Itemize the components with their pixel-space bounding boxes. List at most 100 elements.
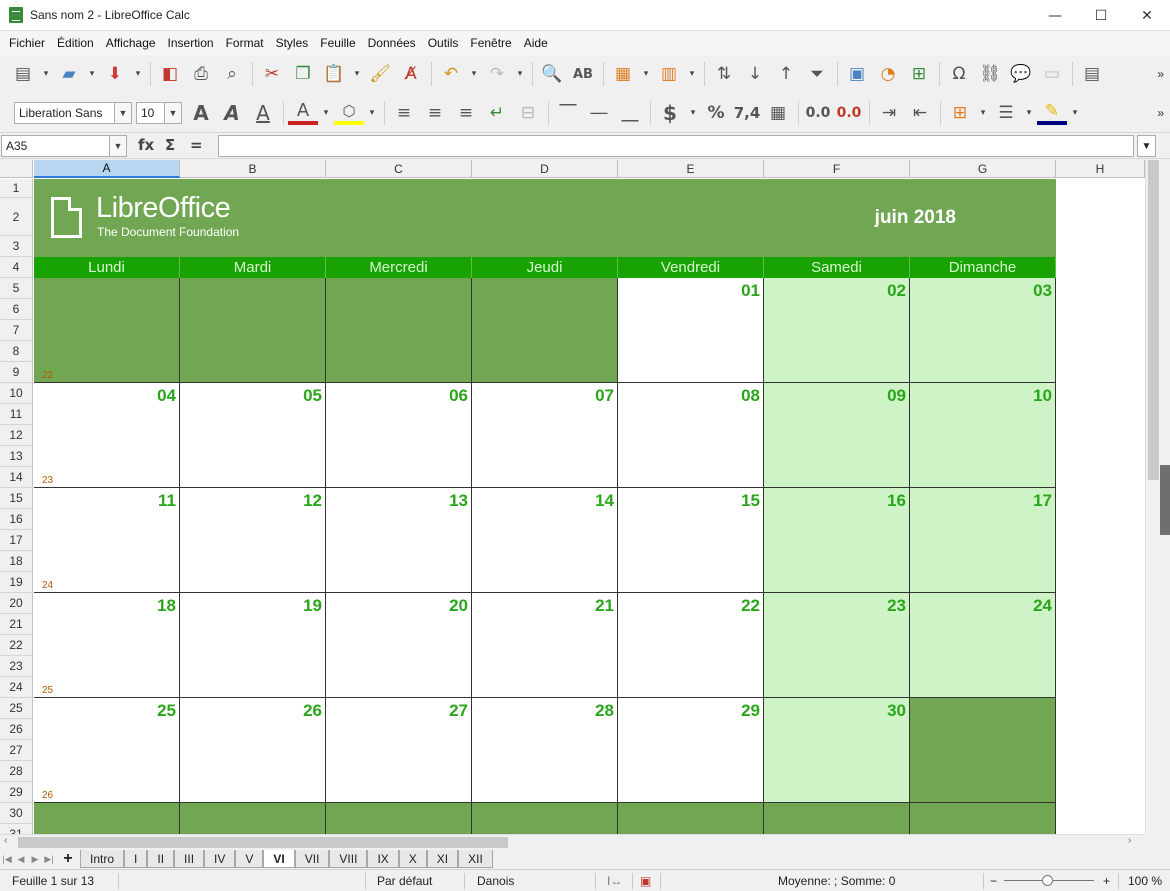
day-cell[interactable]: 05	[180, 383, 326, 488]
sheet-tab[interactable]: V	[235, 850, 264, 868]
clone-formatting-icon[interactable]: 🖌	[365, 60, 395, 88]
italic-icon[interactable]: A	[217, 99, 247, 127]
day-cell[interactable]: 25 26	[34, 698, 180, 803]
pivot-table-icon[interactable]: ⊞	[904, 60, 934, 88]
sort-descending-icon[interactable]: ↑	[771, 60, 801, 88]
sort-ascending-icon[interactable]: ↓	[740, 60, 770, 88]
day-cell[interactable]: 19	[180, 593, 326, 698]
day-cell[interactable]: 01	[618, 278, 764, 383]
hyperlink-icon[interactable]: ⛓	[975, 60, 1005, 88]
day-cell[interactable]: 20	[326, 593, 472, 698]
menu-format[interactable]: Format	[220, 36, 270, 50]
menu-aide[interactable]: Aide	[518, 36, 554, 50]
sum-icon[interactable]: Σ	[165, 136, 175, 154]
borders-dropdown-icon[interactable]: ▾	[976, 99, 990, 127]
row-header[interactable]: 30	[0, 803, 33, 824]
insert-chart-icon[interactable]: ◔	[873, 60, 903, 88]
footer-cell[interactable]	[764, 803, 910, 834]
background-color-icon[interactable]: ⬡	[334, 101, 364, 125]
column-header-h[interactable]: H	[1056, 160, 1145, 178]
maximize-button[interactable]: ☐	[1078, 0, 1124, 31]
day-cell[interactable]: 18 25	[34, 593, 180, 698]
menu-edition[interactable]: Édition	[51, 36, 100, 50]
horizontal-scrollbar[interactable]: ‹ ›	[0, 834, 1145, 849]
row-header[interactable]: 11	[0, 404, 33, 425]
align-left-icon[interactable]: ≡	[389, 99, 419, 127]
menu-affichage[interactable]: Affichage	[100, 36, 162, 50]
column-header-a[interactable]: A	[34, 160, 180, 178]
freeze-rows-columns-icon[interactable]: ▤	[1077, 60, 1107, 88]
day-cell[interactable]: 17	[910, 488, 1056, 593]
clear-formatting-icon[interactable]: A̸	[396, 60, 426, 88]
footer-cell[interactable]	[326, 803, 472, 834]
empty-day-cell[interactable]	[472, 278, 618, 383]
autofilter-icon[interactable]: ⏷	[802, 60, 832, 88]
row-header[interactable]: 12	[0, 425, 33, 446]
comment-icon[interactable]: 💬	[1006, 60, 1036, 88]
day-cell[interactable]: 22	[618, 593, 764, 698]
cut-icon[interactable]: ✂	[257, 60, 287, 88]
new-document-icon[interactable]: ▤	[8, 60, 38, 88]
row-header[interactable]: 18	[0, 551, 33, 572]
previous-sheet-icon[interactable]: ◀	[14, 849, 28, 869]
day-cell[interactable]: 14	[472, 488, 618, 593]
row-header[interactable]: 28	[0, 761, 33, 782]
last-sheet-icon[interactable]: ▶|	[42, 849, 56, 869]
sum-average[interactable]: Moyenne: ; Somme: 0	[778, 874, 895, 888]
spreadsheet-grid[interactable]: A B C D E F G H 1 2 3 4 5 6 7 8 9 10 11 12 13 14 15 16 1…	[0, 160, 1145, 834]
borders-icon[interactable]: ⊞	[945, 99, 975, 127]
sheet-tab[interactable]: I	[124, 850, 148, 868]
vertical-scroll-thumb[interactable]	[1148, 160, 1159, 480]
column-header-c[interactable]: C	[326, 160, 472, 178]
sheet-tab[interactable]: VIII	[329, 850, 368, 868]
zoom-slider-handle[interactable]	[1042, 875, 1053, 886]
toolbar-overflow-icon[interactable]: »	[1157, 106, 1164, 120]
delete-decimal-icon[interactable]: 0.0	[834, 99, 864, 127]
day-cell[interactable]: 23	[764, 593, 910, 698]
selection-mode-icon[interactable]: I↔	[607, 874, 622, 888]
function-wizard-icon[interactable]: fx	[138, 136, 154, 154]
bold-icon[interactable]: A	[186, 99, 216, 127]
row-dropdown-icon[interactable]: ▾	[639, 60, 653, 88]
zoom-in-icon[interactable]: +	[1103, 874, 1110, 888]
sheet-tab[interactable]: II	[147, 850, 175, 868]
sheet-tab[interactable]: XII	[458, 850, 493, 868]
font-color-dropdown-icon[interactable]: ▾	[319, 99, 333, 127]
minimize-button[interactable]: —	[1032, 0, 1078, 31]
zoom-level[interactable]: 100 %	[1128, 874, 1162, 888]
wrap-text-icon[interactable]: ↵	[482, 99, 512, 127]
row-header[interactable]: 20	[0, 593, 33, 614]
empty-day-cell[interactable]	[180, 278, 326, 383]
row-header[interactable]: 16	[0, 509, 33, 530]
headers-footers-icon[interactable]: ▭	[1037, 60, 1067, 88]
row-icon[interactable]: ▦	[608, 60, 638, 88]
day-cell[interactable]: 13	[326, 488, 472, 593]
column-header-d[interactable]: D	[472, 160, 618, 178]
border-color-icon[interactable]: ✎	[1037, 101, 1067, 125]
day-cell[interactable]: 29	[618, 698, 764, 803]
empty-day-cell[interactable]	[326, 278, 472, 383]
row-header[interactable]: 10	[0, 383, 33, 404]
row-header[interactable]: 22	[0, 635, 33, 656]
day-cell[interactable]: 21	[472, 593, 618, 698]
row-header[interactable]: 25	[0, 698, 33, 719]
date-format-icon[interactable]: ▦	[763, 99, 793, 127]
footer-cell[interactable]	[910, 803, 1056, 834]
day-cell[interactable]: 27	[326, 698, 472, 803]
column-header-b[interactable]: B	[180, 160, 326, 178]
row-header[interactable]: 9	[0, 362, 33, 383]
row-header[interactable]: 24	[0, 677, 33, 698]
row-header[interactable]: 27	[0, 740, 33, 761]
day-cell[interactable]: 16	[764, 488, 910, 593]
border-style-dropdown-icon[interactable]: ▾	[1022, 99, 1036, 127]
merge-cells-icon[interactable]: ⊟	[513, 99, 543, 127]
print-preview-icon[interactable]: ⌕	[217, 60, 247, 88]
day-cell[interactable]: 10	[910, 383, 1056, 488]
row-header[interactable]: 26	[0, 719, 33, 740]
menu-outils[interactable]: Outils	[422, 36, 465, 50]
day-cell[interactable]: 26	[180, 698, 326, 803]
percent-format-icon[interactable]: %	[701, 99, 731, 127]
scroll-left-icon[interactable]: ‹	[4, 835, 7, 846]
new-dropdown-icon[interactable]: ▾	[39, 60, 53, 88]
menu-donnees[interactable]: Données	[362, 36, 422, 50]
